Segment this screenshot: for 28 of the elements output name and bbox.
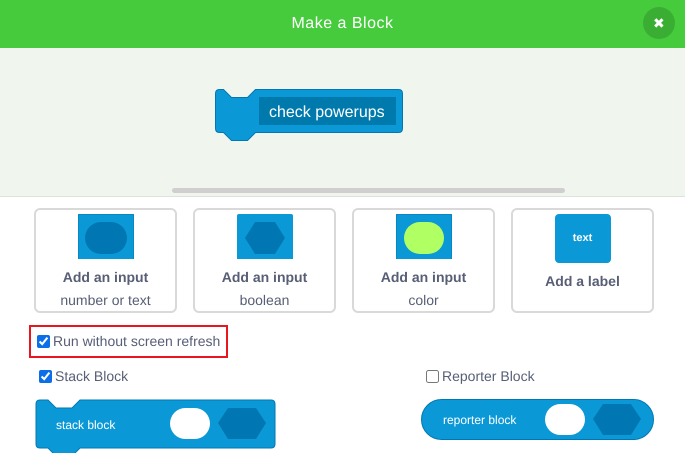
number-input-icon (78, 214, 134, 259)
checkbox[interactable] (37, 335, 50, 348)
label-icon: text (554, 214, 610, 263)
window-title: Make a Block (291, 14, 394, 34)
card-title: Add a label (545, 272, 620, 291)
boolean-input-icon (236, 214, 292, 259)
add-input-card[interactable]: text Add a label (511, 208, 654, 313)
boolean-slot (593, 404, 641, 435)
block-label: reporter block (443, 413, 516, 427)
add-input-card[interactable]: Add an input number or text (34, 208, 177, 313)
checkbox-label: Stack Block (55, 367, 128, 386)
block-label: stack block (56, 418, 116, 432)
color-input-icon (396, 214, 452, 259)
checkbox[interactable] (426, 370, 439, 383)
add-input-card[interactable]: Add an input color (352, 208, 495, 313)
card-title: Add an input (222, 268, 308, 287)
card-title: Add an input (380, 268, 466, 287)
block-name-field[interactable]: check powerups (259, 97, 396, 125)
scrollbar[interactable] (172, 188, 565, 193)
card-subtitle: number or text (60, 291, 151, 310)
checkbox-label: Run without screen refresh (53, 332, 220, 351)
boolean-slot (218, 408, 266, 439)
checkbox[interactable] (39, 370, 52, 383)
card-subtitle: boolean (240, 291, 290, 310)
add-input-card[interactable]: Add an input boolean (193, 208, 336, 313)
card-title: Add an input (62, 268, 148, 287)
card-subtitle: color (408, 291, 439, 310)
checkbox-label: Reporter Block (442, 367, 535, 386)
